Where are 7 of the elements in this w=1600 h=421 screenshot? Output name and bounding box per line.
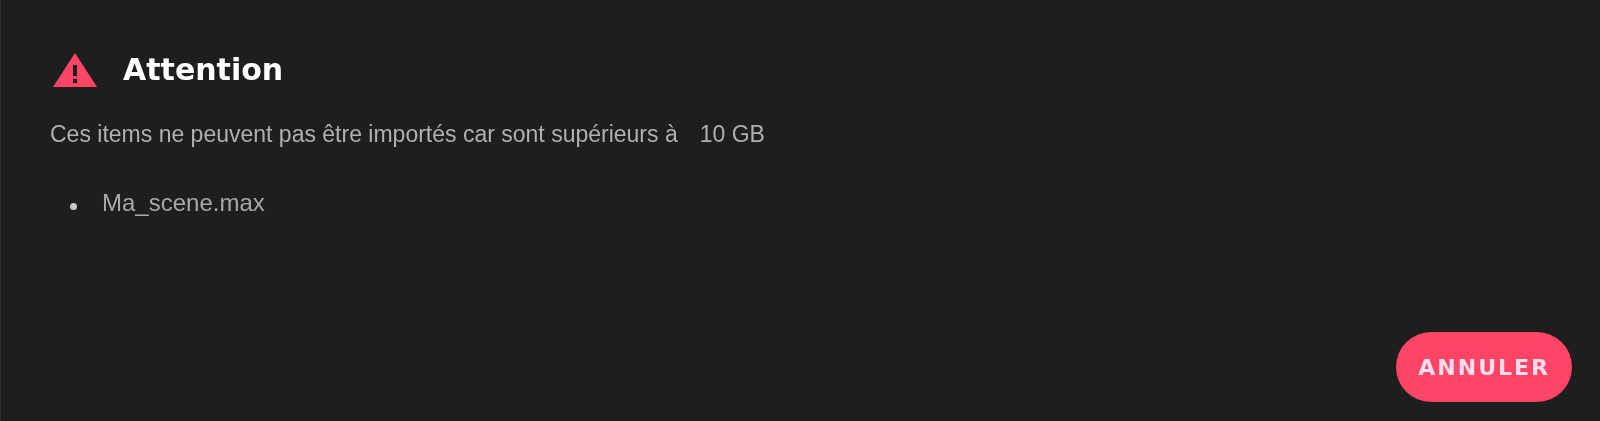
dialog-title: Attention xyxy=(123,51,284,89)
cancel-button[interactable]: ANNULER xyxy=(1396,332,1572,402)
message-text: Ces items ne peuvent pas être importés car sont supérieurs à xyxy=(50,120,678,148)
file-name: Ma_scene.max xyxy=(102,188,265,218)
warning-icon xyxy=(53,53,97,87)
bullet-icon xyxy=(70,202,77,210)
size-limit: 10 GB xyxy=(699,120,765,148)
